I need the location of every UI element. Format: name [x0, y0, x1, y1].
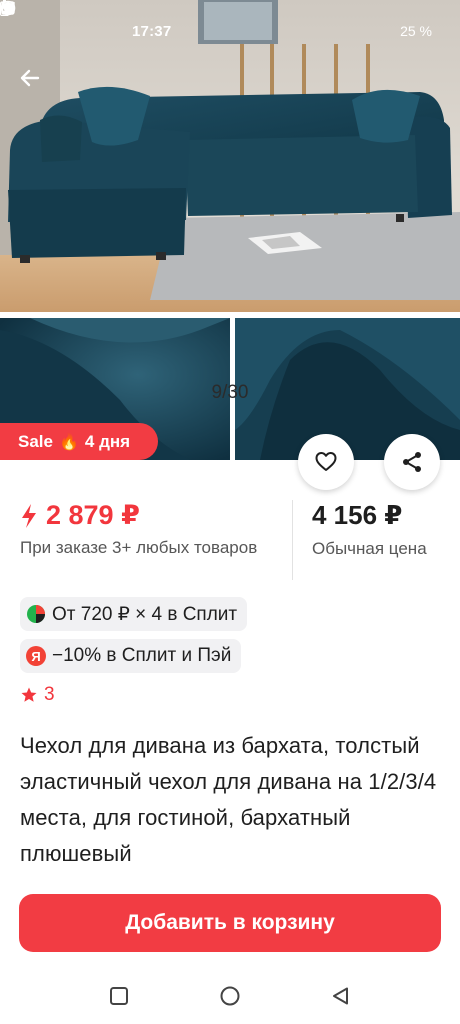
arrow-left-icon [20, 69, 40, 87]
favorite-button[interactable] [298, 434, 354, 490]
status-bar: 17:37 25 % [0, 0, 460, 62]
fire-icon: 🔥 [58, 433, 79, 451]
product-image-gallery[interactable]: 17:37 25 % 9/30 Sale 🔥 4 дня [0, 0, 460, 460]
image-counter: 9/30 [211, 382, 249, 403]
price-condition: При заказе 3+ любых товаров [20, 538, 258, 557]
split-installment-chip[interactable]: От 720 ₽ × 4 в Сплит [20, 597, 248, 631]
rating[interactable]: 3 [20, 684, 55, 706]
pay-discount-text: −10% в Сплит и Пэй [52, 645, 232, 666]
battery-icon [0, 0, 9, 16]
price-divider [292, 500, 293, 580]
home-icon[interactable] [219, 985, 241, 1007]
back-nav-icon[interactable] [331, 986, 351, 1006]
sale-label: Sale [18, 431, 53, 451]
share-button[interactable] [384, 434, 440, 490]
back-button[interactable] [18, 66, 50, 98]
regular-price-block: 4 156 ₽ Обычная цена [312, 500, 427, 559]
split-icon [26, 604, 46, 624]
share-icon [403, 452, 421, 472]
add-to-cart-button[interactable]: Добавить в корзину [19, 894, 441, 952]
split-pay-discount-chip[interactable]: Я −10% в Сплит и Пэй [20, 639, 242, 673]
price-block: 2 879 ₽ При заказе 3+ любых товаров [20, 500, 285, 559]
current-price: 2 879 ₽ [20, 500, 285, 531]
sale-days: 4 дня [84, 431, 131, 451]
regular-price-label: Обычная цена [312, 539, 427, 558]
battery-percent: 25 % [400, 23, 432, 39]
sale-badge: Sale 🔥 4 дня [0, 423, 158, 460]
star-icon [21, 687, 37, 702]
lightning-icon [22, 503, 36, 528]
recent-apps-icon[interactable] [109, 986, 129, 1006]
regular-price: 4 156 ₽ [312, 500, 403, 530]
yandex-icon: Я [26, 646, 46, 666]
heart-icon [315, 452, 337, 471]
split-text: От 720 ₽ × 4 в Сплит [52, 603, 238, 625]
status-time: 17:37 [132, 22, 172, 40]
rating-value: 3 [44, 684, 55, 705]
product-title: Чехол для дивана из бархата, толстый эла… [20, 733, 437, 866]
system-navigation-bar [0, 968, 460, 1024]
current-price-value: 2 879 ₽ [46, 500, 140, 530]
